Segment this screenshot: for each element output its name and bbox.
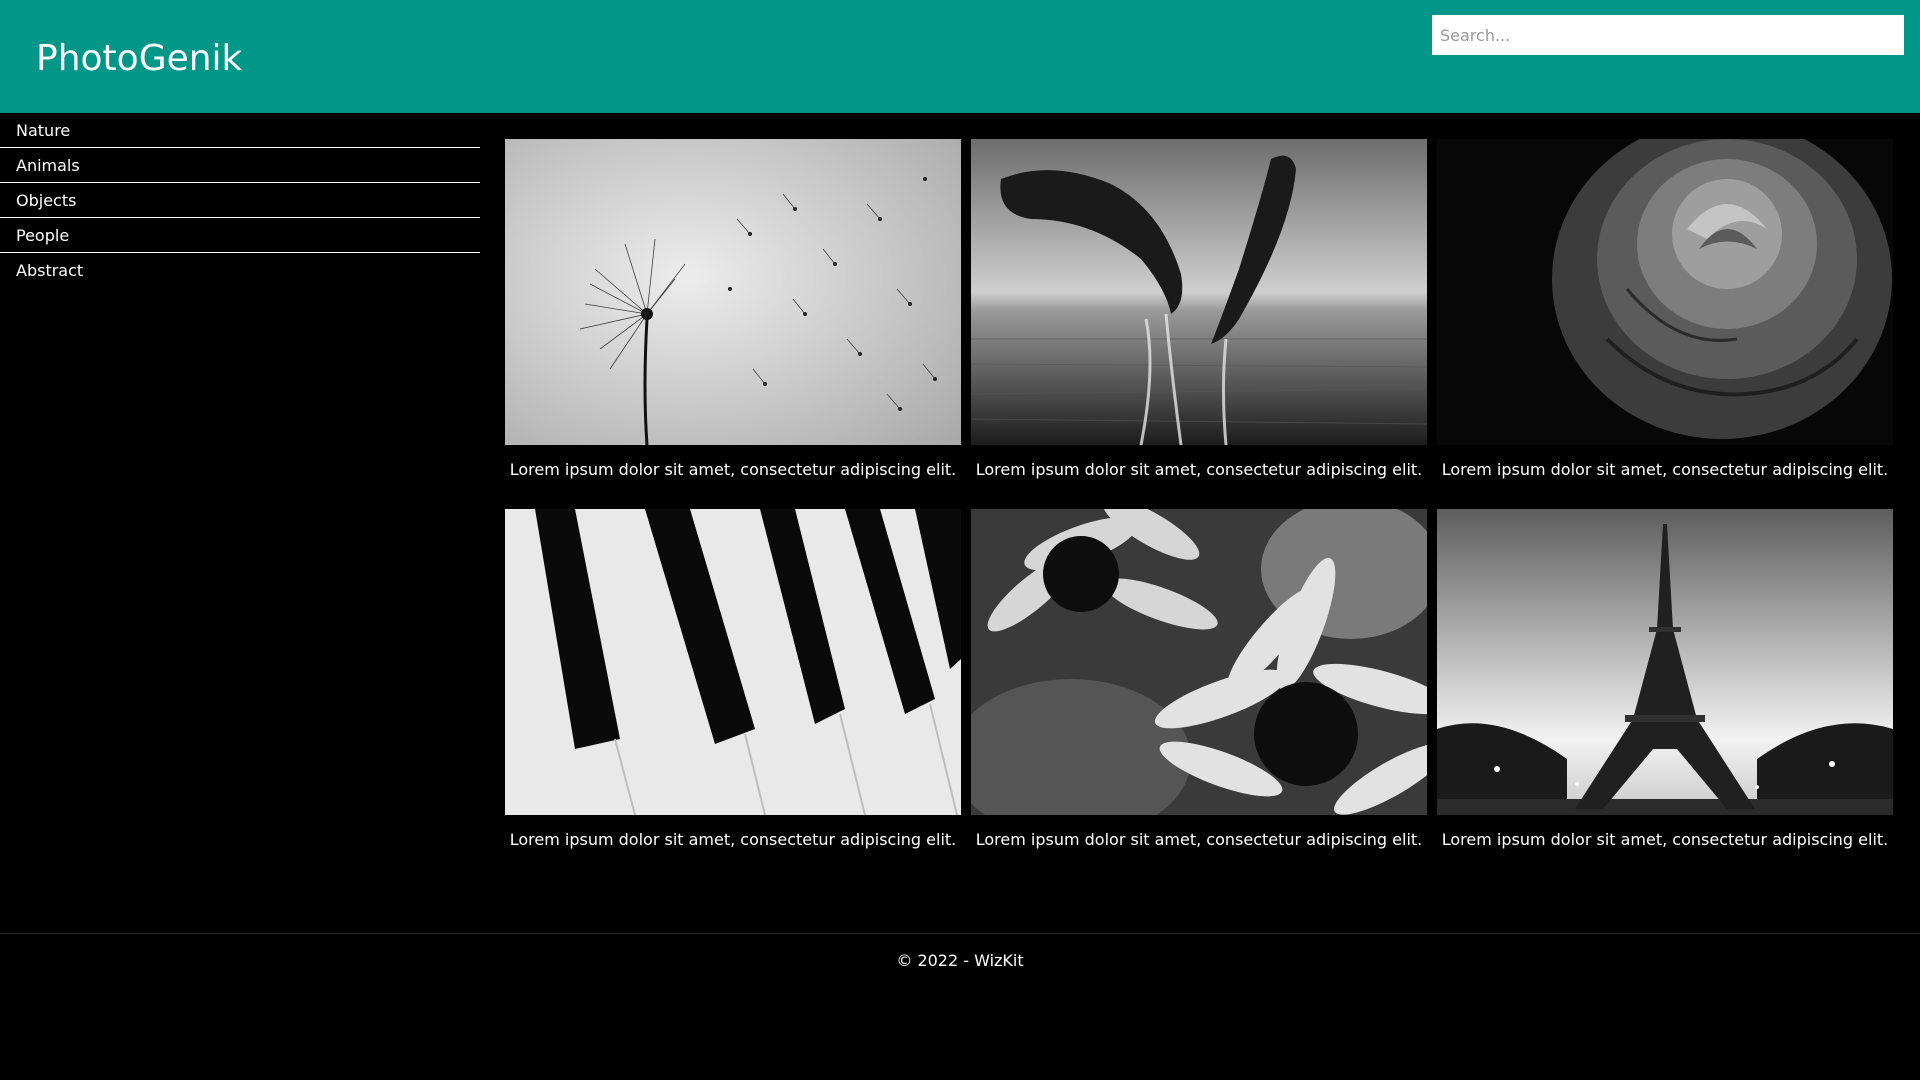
page-footer: © 2022 - WizKit bbox=[0, 933, 1920, 970]
photo-caption: Lorem ipsum dolor sit amet, consectetur … bbox=[975, 830, 1423, 849]
copyright-text: © 2022 - WizKit bbox=[896, 951, 1024, 970]
photo-dolphins[interactable] bbox=[971, 139, 1427, 445]
photo-caption: Lorem ipsum dolor sit amet, consectetur … bbox=[509, 460, 957, 479]
photo-caption: Lorem ipsum dolor sit amet, consectetur … bbox=[1441, 830, 1889, 849]
sidebar-item-objects[interactable]: Objects bbox=[0, 183, 480, 218]
sidebar-item-nature[interactable]: Nature bbox=[0, 113, 480, 148]
photo-rose[interactable] bbox=[1437, 139, 1893, 445]
sidebar-nav: Nature Animals Objects People Abstract bbox=[0, 113, 480, 288]
sidebar-item-animals[interactable]: Animals bbox=[0, 148, 480, 183]
gallery-card[interactable]: Lorem ipsum dolor sit amet, consectetur … bbox=[505, 509, 961, 849]
gallery-card[interactable]: Lorem ipsum dolor sit amet, consectetur … bbox=[971, 139, 1427, 479]
gallery-card[interactable]: Lorem ipsum dolor sit amet, consectetur … bbox=[1437, 139, 1893, 479]
sidebar-item-abstract[interactable]: Abstract bbox=[0, 253, 480, 288]
photo-caption: Lorem ipsum dolor sit amet, consectetur … bbox=[509, 830, 957, 849]
photo-caption: Lorem ipsum dolor sit amet, consectetur … bbox=[975, 460, 1423, 479]
photo-caption: Lorem ipsum dolor sit amet, consectetur … bbox=[1441, 460, 1889, 479]
gallery-card[interactable]: Lorem ipsum dolor sit amet, consectetur … bbox=[1437, 509, 1893, 849]
dandelion-image bbox=[505, 139, 961, 445]
search-input[interactable] bbox=[1432, 15, 1904, 55]
photo-daisies[interactable] bbox=[971, 509, 1427, 815]
daisies-image bbox=[971, 509, 1427, 815]
dolphins-image bbox=[971, 139, 1427, 445]
rose-image bbox=[1437, 139, 1893, 445]
gallery-card[interactable]: Lorem ipsum dolor sit amet, consectetur … bbox=[505, 139, 961, 479]
photo-piano-keys[interactable] bbox=[505, 509, 961, 815]
brand-logo-text[interactable]: PhotoGenik bbox=[36, 36, 242, 82]
top-header: PhotoGenik bbox=[0, 0, 1920, 113]
photo-eiffel-tower[interactable] bbox=[1437, 509, 1893, 815]
gallery-card[interactable]: Lorem ipsum dolor sit amet, consectetur … bbox=[971, 509, 1427, 849]
photo-dandelion[interactable] bbox=[505, 139, 961, 445]
sidebar-item-people[interactable]: People bbox=[0, 218, 480, 253]
piano-keys-image bbox=[505, 509, 961, 815]
eiffel-tower-image bbox=[1437, 509, 1893, 815]
